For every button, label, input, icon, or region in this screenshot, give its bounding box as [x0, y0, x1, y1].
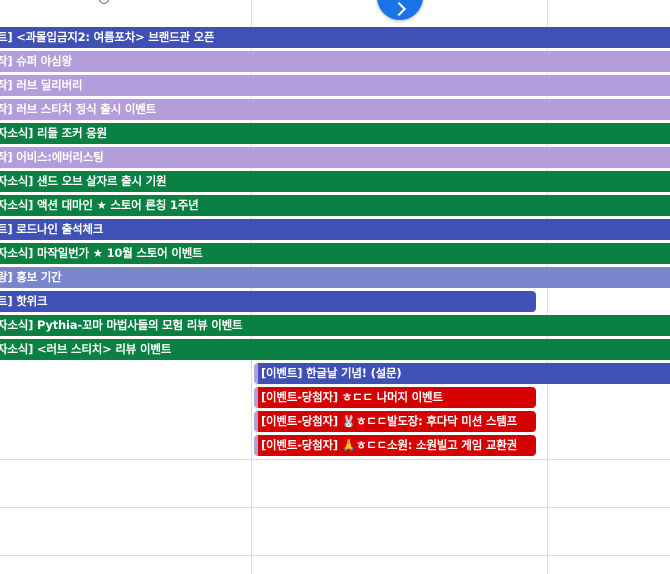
- event-bar[interactable]: 트] <과몰입금지2: 여름포차> 브랜드관 오픈: [0, 27, 670, 48]
- date-indicator-ring-icon: [99, 0, 109, 4]
- event-chip[interactable]: [이벤트-당첨자] ㅎㄷㄷ 나머지 이벤트: [254, 387, 536, 408]
- event-bar[interactable]: 작] 슈퍼 야심왕: [0, 51, 670, 72]
- time-row-divider: [0, 507, 670, 508]
- chevron-right-icon: [391, 1, 407, 17]
- event-bar[interactable]: 자소식] 마작일번가 ★ 10월 스토어 이벤트: [0, 243, 670, 264]
- next-period-button[interactable]: [377, 0, 423, 20]
- event-chip[interactable]: [이벤트-당첨자] 🐰ㅎㄷㄷ발도장: 후다닥 미션 스템프: [254, 411, 536, 432]
- event-bar[interactable]: 작] 어비스:에버리스팅: [0, 147, 670, 168]
- event-bar[interactable]: 자소식] 리들 조커 응원: [0, 123, 670, 144]
- time-row-divider: [0, 555, 670, 556]
- event-bar[interactable]: 자소식] 샌드 오브 살자르 출시 기원: [0, 171, 670, 192]
- event-bar[interactable]: 작] 러브 딜리버리: [0, 75, 670, 96]
- event-chip[interactable]: [이벤트] 한글날 기념! (설문): [254, 363, 670, 384]
- event-chip[interactable]: [이벤트-당첨자] 🙏ㅎㄷㄷ소원: 소원빌고 게임 교환권: [254, 435, 536, 456]
- event-bar[interactable]: 자소식] <러브 스티치> 리뷰 이벤트: [0, 339, 670, 360]
- event-bar[interactable]: 작] 러브 스티치 정식 출시 이벤트: [0, 99, 670, 120]
- event-bar[interactable]: 자소식] Pythia-꼬마 마법사들의 모험 리뷰 이벤트: [0, 315, 670, 336]
- event-bar[interactable]: 트] 로드나인 출석체크: [0, 219, 670, 240]
- time-row-divider: [0, 459, 670, 460]
- event-bar[interactable]: 랑] 홍보 기간: [0, 267, 670, 288]
- event-bar[interactable]: 트] 핫위크: [0, 291, 536, 312]
- event-bar[interactable]: 자소식] 액션 대마인 ★ 스토어 론칭 1주년: [0, 195, 670, 216]
